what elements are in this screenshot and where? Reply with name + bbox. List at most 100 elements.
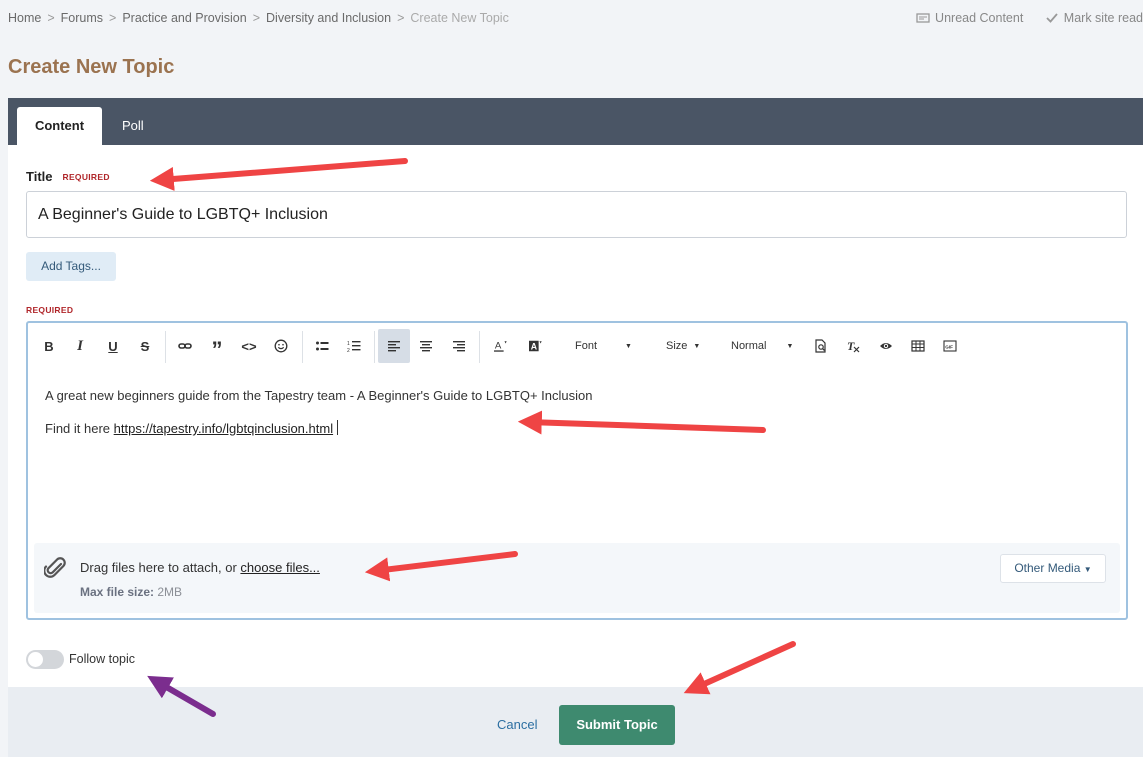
- preview-button[interactable]: [808, 333, 834, 359]
- drag-files-text: Drag files here to attach, or choose fil…: [80, 560, 320, 575]
- link-icon: [178, 343, 192, 349]
- table-button[interactable]: [905, 333, 931, 359]
- format-dropdown[interactable]: Normal ▼: [731, 333, 801, 359]
- toolbar-divider: [374, 331, 375, 363]
- breadcrumb-separator: >: [252, 11, 261, 25]
- check-icon: [1046, 13, 1058, 23]
- svg-text:A: A: [531, 342, 538, 352]
- background-color-icon: A ▾: [529, 339, 543, 352]
- svg-text:T: T: [847, 339, 855, 353]
- underline-button[interactable]: U: [100, 333, 126, 359]
- numbered-list-button[interactable]: 12: [341, 333, 367, 359]
- caret-down-icon: ▼: [693, 342, 701, 350]
- caret-down-icon: ▼: [1083, 565, 1092, 574]
- choose-files-link[interactable]: choose files...: [240, 560, 320, 575]
- gif-button[interactable]: GIF: [937, 333, 963, 359]
- svg-text:1: 1: [347, 341, 350, 347]
- align-center-icon: [420, 341, 432, 352]
- table-icon: [911, 340, 925, 352]
- drag-files-label: Drag files here to attach, or: [80, 560, 241, 575]
- breadcrumb-home[interactable]: Home: [8, 11, 41, 25]
- align-right-icon: [453, 341, 465, 352]
- max-file-size: Max file size: 2MB: [80, 585, 182, 599]
- toggle-knob: [28, 652, 43, 667]
- caret-down-icon: ▼: [625, 342, 632, 350]
- svg-text:▾: ▾: [540, 339, 543, 344]
- align-left-button[interactable]: [378, 329, 410, 363]
- format-dropdown-label: Normal: [731, 340, 767, 352]
- unread-content-link[interactable]: Unread Content: [916, 11, 1023, 25]
- tab-bar: Content Poll: [8, 98, 1143, 145]
- inserted-link[interactable]: https://tapestry.info/lgbtqinclusion.htm…: [114, 421, 333, 436]
- align-center-button[interactable]: [413, 333, 439, 359]
- clear-format-button[interactable]: T: [840, 333, 866, 359]
- svg-text:2: 2: [347, 348, 350, 353]
- background-color-button[interactable]: A ▾: [523, 333, 549, 359]
- submit-topic-button[interactable]: Submit Topic: [559, 705, 675, 745]
- size-dropdown-label: Size: [666, 340, 688, 352]
- inbox-icon: [916, 13, 930, 23]
- follow-topic-label: Follow topic: [69, 652, 135, 666]
- editor-line-2-text: Find it here: [45, 421, 114, 436]
- bullet-list-button[interactable]: [309, 333, 335, 359]
- link-button[interactable]: [172, 333, 198, 359]
- italic-button[interactable]: I: [67, 333, 93, 359]
- document-search-icon: [815, 339, 826, 353]
- max-file-size-label: Max file size:: [80, 585, 155, 599]
- gif-icon: GIF: [943, 340, 957, 352]
- breadcrumb-diversity[interactable]: Diversity and Inclusion: [266, 11, 391, 25]
- attachment-area[interactable]: Drag files here to attach, or choose fil…: [34, 543, 1120, 613]
- quote-button[interactable]: ”: [204, 333, 230, 362]
- view-source-button[interactable]: [873, 333, 899, 359]
- title-input[interactable]: A Beginner's Guide to LGBTQ+ Inclusion: [26, 191, 1127, 238]
- emoji-button[interactable]: [268, 333, 294, 359]
- toolbar-divider: [479, 331, 480, 363]
- align-right-button[interactable]: [446, 333, 472, 359]
- font-dropdown[interactable]: Font ▼: [575, 333, 639, 359]
- text-cursor: [337, 420, 339, 435]
- mark-read-link[interactable]: Mark site read: [1045, 11, 1143, 25]
- svg-text:A: A: [495, 341, 502, 352]
- toolbar-divider: [302, 331, 303, 363]
- title-label: Title REQUIRED: [26, 169, 110, 184]
- quick-links: Unread Content Mark site read: [898, 11, 1143, 28]
- tab-content[interactable]: Content: [17, 107, 102, 145]
- editor-content[interactable]: A great new beginners guide from the Tap…: [45, 379, 592, 445]
- breadcrumb-practice[interactable]: Practice and Provision: [122, 11, 246, 25]
- rich-text-editor[interactable]: B I U S ” <> 12 A ▾ A ▾ Font ▼ Size ▼ No…: [26, 321, 1128, 620]
- editor-line-1: A great new beginners guide from the Tap…: [45, 388, 593, 403]
- max-file-size-value: 2MB: [157, 585, 183, 599]
- text-color-button[interactable]: A ▾: [488, 333, 514, 359]
- text-color-icon: A ▾: [494, 339, 508, 352]
- toolbar-divider: [165, 331, 166, 363]
- smiley-icon: [274, 339, 288, 353]
- breadcrumb-current: Create New Topic: [410, 11, 509, 25]
- tab-poll[interactable]: Poll: [104, 107, 162, 145]
- bullet-list-icon: [316, 341, 329, 351]
- other-media-label: Other Media: [1014, 561, 1081, 575]
- svg-text:▾: ▾: [505, 339, 508, 344]
- top-bar: Home > Forums > Practice and Provision > Diver…: [0, 0, 1143, 36]
- breadcrumb-forums[interactable]: Forums: [61, 11, 103, 25]
- clear-format-icon: T: [847, 339, 860, 353]
- svg-text:GIF: GIF: [945, 344, 953, 349]
- other-media-button[interactable]: Other Media ▼: [1000, 554, 1106, 583]
- editor-line-2: Find it here https://tapestry.info/lgbtq…: [45, 412, 592, 445]
- editor-required-tag: REQUIRED: [26, 305, 74, 315]
- align-left-icon: [388, 341, 400, 352]
- follow-topic-toggle[interactable]: [26, 650, 64, 669]
- size-dropdown[interactable]: Size ▼: [666, 333, 706, 359]
- strikethrough-button[interactable]: S: [132, 333, 158, 359]
- cancel-button[interactable]: Cancel: [497, 717, 537, 732]
- code-button[interactable]: <>: [236, 333, 262, 359]
- bold-button[interactable]: B: [36, 333, 62, 359]
- page-title: Create New Topic: [8, 56, 175, 78]
- font-dropdown-label: Font: [575, 340, 598, 352]
- add-tags-button[interactable]: Add Tags...: [26, 252, 116, 281]
- breadcrumb-separator: >: [109, 11, 117, 25]
- numbered-list-icon: 12: [347, 341, 361, 353]
- caret-down-icon: ▼: [786, 342, 794, 350]
- breadcrumb: Home > Forums > Practice and Provision > Diver…: [8, 11, 509, 25]
- eye-icon: [880, 343, 892, 349]
- required-tag: REQUIRED: [62, 172, 110, 182]
